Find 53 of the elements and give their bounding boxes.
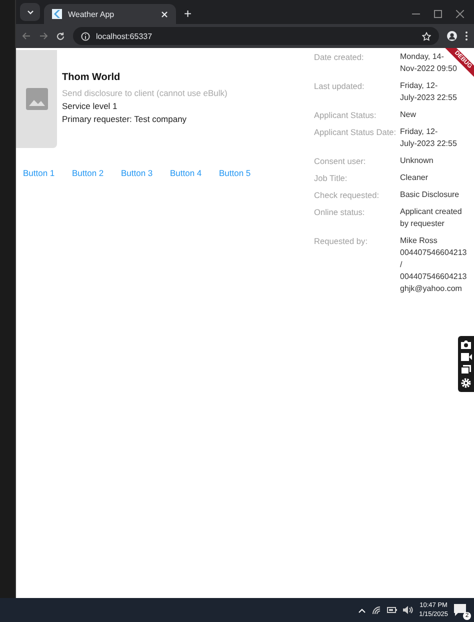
text-button[interactable]: Button 4 (170, 168, 205, 178)
detail-value: Mike Ross 004407546604213 / 004407546604213 ghjk@yahoo.com (400, 235, 467, 295)
detail-value: Unknown (400, 155, 434, 167)
info-icon (81, 32, 90, 40)
network-icon[interactable] (372, 606, 382, 614)
close-icon[interactable] (456, 10, 464, 18)
detail-label: Last updated: (314, 80, 366, 93)
settings-icon[interactable] (461, 378, 471, 388)
detail-label: Date created: (314, 51, 365, 64)
text-button[interactable]: Button 2 (72, 168, 107, 178)
detail-value: New (400, 109, 416, 121)
app-favicon-icon (52, 9, 62, 19)
more-menu-icon[interactable] (465, 31, 468, 41)
chevron-down-icon (26, 10, 34, 14)
text-button[interactable]: Button 3 (121, 168, 156, 178)
detail-value: Basic Disclosure (400, 189, 460, 201)
back-arrow-icon[interactable] (22, 32, 31, 40)
star-icon[interactable] (422, 32, 431, 40)
caret-up-icon[interactable] (358, 608, 366, 612)
tab-list-button[interactable] (20, 3, 40, 21)
card-detail: Service level 1 (62, 101, 118, 111)
speaker-icon[interactable] (403, 606, 414, 614)
browser-tab[interactable]: Weather App (44, 4, 176, 24)
card-subtitle: Send disclosure to client (cannot use eBulk) (62, 88, 228, 98)
video-camera-icon[interactable] (460, 353, 472, 361)
detail-value: Friday, 12- July-2023 22:55 (400, 126, 457, 150)
reload-icon[interactable] (56, 32, 65, 40)
detail-label: Applicant Status: (314, 109, 378, 121)
detail-label: Online status: (314, 206, 366, 219)
profile-icon[interactable] (447, 31, 457, 41)
address-bar[interactable]: localhost:65337 (73, 27, 439, 45)
text-button[interactable]: Button 5 (219, 168, 254, 178)
url-text: localhost:65337 (96, 32, 154, 40)
maximize-icon[interactable] (434, 10, 442, 18)
tab-title: Weather App (68, 10, 116, 18)
detail-label: Requested by: (314, 235, 369, 248)
card-title: Thom World (62, 72, 122, 83)
detail-label: Applicant Status Date: (314, 126, 398, 139)
message-icon (454, 604, 466, 616)
detail-label: Check requested: (314, 189, 380, 201)
camera-icon[interactable] (461, 340, 471, 349)
detail-value: Friday, 12- July-2023 22:55 (400, 80, 457, 104)
image-icon (26, 88, 48, 110)
detail-value: Applicant created by requester (400, 206, 462, 230)
battery-icon[interactable] (387, 607, 398, 613)
new-tab-button[interactable]: + (180, 6, 196, 21)
text-button[interactable]: Button 1 (23, 168, 58, 178)
detail-label: Consent user: (314, 155, 367, 167)
windows-icon[interactable] (461, 365, 471, 374)
card-detail: Primary requester: Test company (62, 114, 188, 124)
detail-label: Job Title: (314, 172, 348, 184)
detail-value: Cleaner (400, 172, 428, 184)
forward-arrow-icon[interactable] (39, 32, 48, 40)
